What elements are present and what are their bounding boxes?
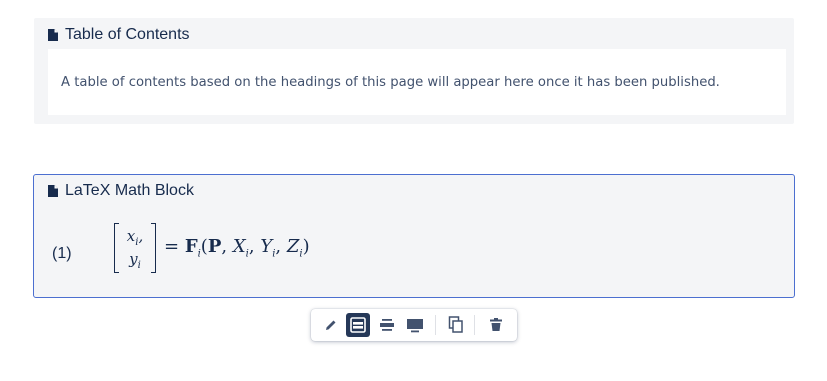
equation-rhs: = Fi(P, Xi, Yi, Zi): [164, 236, 310, 260]
file-icon: [48, 185, 58, 197]
layout-center-icon: [380, 319, 394, 331]
copy-button[interactable]: [444, 313, 468, 337]
toolbar-separator: [474, 315, 475, 335]
trash-icon: [490, 318, 502, 331]
layout-full-width-icon: [350, 317, 366, 333]
center-layout-button[interactable]: [375, 313, 399, 337]
math-macro-title: LaTeX Math Block: [65, 182, 194, 199]
latex-math-block-macro[interactable]: LaTeX Math Block (1) xi, yi = Fi(P, Xi, …: [33, 174, 795, 298]
math-macro-header: LaTeX Math Block: [48, 182, 194, 200]
full-width-layout-button[interactable]: [346, 313, 370, 337]
edit-button[interactable]: [319, 313, 343, 337]
toc-macro-header: Table of Contents: [48, 26, 190, 44]
delete-button[interactable]: [484, 313, 508, 337]
equation-number: (1): [52, 245, 72, 262]
table-of-contents-macro[interactable]: Table of Contents A table of contents ba…: [34, 18, 794, 124]
layout-wide-icon: [407, 319, 423, 333]
latex-formula: xi, yi = Fi(P, Xi, Yi, Zi): [114, 223, 310, 273]
toc-macro-body: A table of contents based on the heading…: [48, 49, 786, 115]
matrix-row-2: yi: [129, 250, 141, 271]
matrix: xi, yi: [114, 223, 156, 273]
macro-toolbar: [311, 309, 517, 341]
file-icon: [48, 29, 58, 41]
pencil-icon: [326, 320, 336, 330]
matrix-row-1: xi,: [126, 227, 144, 248]
wide-layout-button[interactable]: [403, 313, 427, 337]
toolbar-separator: [435, 315, 436, 335]
toc-macro-title: Table of Contents: [65, 26, 190, 43]
copy-icon: [448, 316, 463, 333]
toc-placeholder-text: A table of contents based on the heading…: [61, 74, 720, 90]
